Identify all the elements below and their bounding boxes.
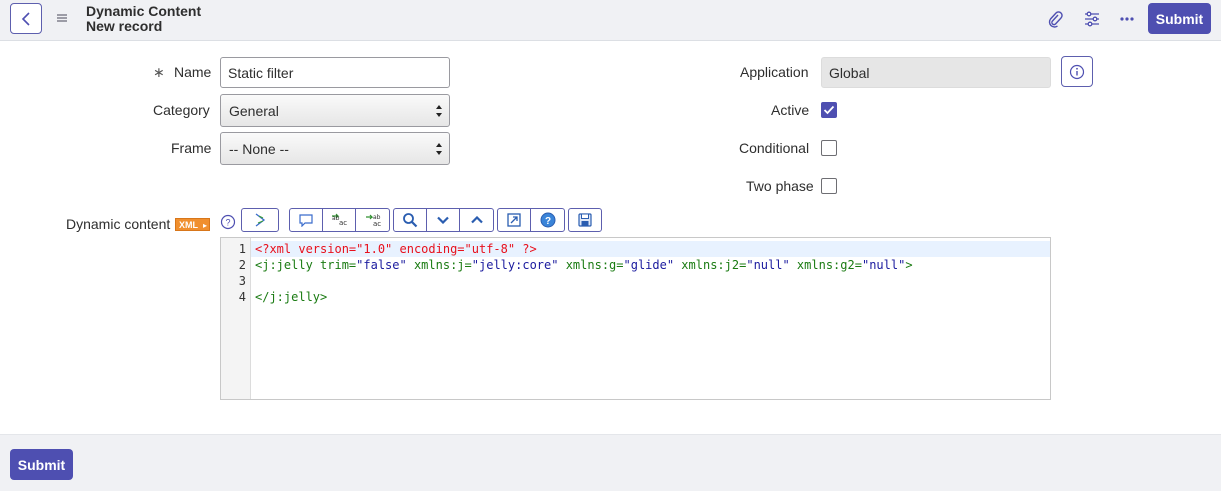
toggle-syntax-icon bbox=[255, 213, 266, 227]
hamburger-menu-icon[interactable] bbox=[55, 11, 69, 25]
line-number-gutter: 1 2 3 4 bbox=[221, 238, 251, 399]
field-help-icon[interactable]: ? bbox=[220, 214, 236, 230]
replace-icon: acab bbox=[332, 213, 347, 227]
code-editor[interactable]: 1 2 3 4 <?xml version="1.0" encoding="ut… bbox=[220, 237, 1051, 400]
form-header: Dynamic Content New record Submit bbox=[0, 0, 1221, 41]
more-options-button[interactable] bbox=[1117, 9, 1137, 29]
category-label: Category bbox=[153, 102, 210, 118]
checkmark-icon bbox=[823, 105, 835, 115]
replace-all-button[interactable]: ab ac bbox=[356, 209, 389, 231]
frame-label: Frame bbox=[171, 140, 212, 156]
form-footer: Submit bbox=[0, 434, 1221, 491]
personalize-form-button[interactable] bbox=[1082, 9, 1102, 29]
toolbar-group-view: ? bbox=[497, 208, 565, 232]
code-line: <?xml version="1.0" encoding="utf-8" ?> bbox=[255, 242, 537, 256]
attachment-icon bbox=[1048, 11, 1063, 28]
personalize-form-icon bbox=[1085, 11, 1099, 27]
toolbar-group-syntax bbox=[241, 208, 279, 232]
record-title: Dynamic Content New record bbox=[86, 4, 201, 34]
replace-all-icon: abac bbox=[365, 214, 381, 228]
application-field: Global bbox=[821, 57, 1051, 88]
footer-submit-button[interactable]: Submit bbox=[10, 449, 73, 480]
toolbar-group-search bbox=[393, 208, 494, 232]
attachment-button[interactable] bbox=[1045, 9, 1065, 29]
svg-text:ac: ac bbox=[339, 219, 347, 227]
comment-icon bbox=[299, 213, 313, 227]
application-label: Application bbox=[740, 64, 809, 80]
search-next-button[interactable] bbox=[427, 209, 460, 231]
chevron-up-icon bbox=[470, 216, 483, 224]
frame-value: -- None -- bbox=[229, 140, 289, 157]
search-icon bbox=[403, 213, 418, 228]
line-number: 4 bbox=[238, 290, 246, 304]
svg-text:?: ? bbox=[544, 216, 550, 227]
save-icon bbox=[578, 213, 592, 227]
application-value: Global bbox=[829, 64, 870, 81]
editor-help-button[interactable]: ? bbox=[531, 209, 564, 231]
xml-badge: XML ▸ bbox=[175, 218, 210, 231]
category-select[interactable]: General bbox=[220, 94, 450, 127]
select-arrows-icon bbox=[436, 143, 442, 155]
two-phase-checkbox[interactable] bbox=[821, 178, 837, 194]
two-phase-label: Two phase bbox=[746, 178, 814, 194]
info-icon bbox=[1069, 64, 1085, 79]
toggle-syntax-button[interactable] bbox=[242, 209, 278, 231]
search-button[interactable] bbox=[394, 209, 427, 231]
chevron-down-icon bbox=[437, 216, 449, 224]
category-value: General bbox=[229, 102, 279, 119]
line-number: 3 bbox=[238, 274, 246, 288]
record-state: New record bbox=[86, 18, 163, 34]
back-button[interactable] bbox=[10, 3, 42, 34]
frame-select[interactable]: -- None -- bbox=[220, 132, 450, 165]
dynamic-content-label: Dynamic content bbox=[66, 216, 171, 232]
code-line: </j:jelly> bbox=[255, 290, 328, 304]
select-arrows-icon bbox=[436, 105, 442, 117]
toolbar-group-edit: ac ab ab ac bbox=[289, 208, 390, 232]
conditional-checkbox[interactable] bbox=[821, 140, 837, 156]
back-icon bbox=[21, 11, 30, 26]
active-checkbox[interactable] bbox=[821, 102, 837, 118]
replace-button[interactable]: ac ab bbox=[323, 209, 356, 231]
help-icon: ? bbox=[540, 212, 555, 228]
active-label: Active bbox=[771, 102, 810, 118]
header-submit-button[interactable]: Submit bbox=[1148, 3, 1211, 34]
save-button[interactable] bbox=[569, 209, 601, 231]
line-number: 2 bbox=[238, 258, 246, 272]
svg-text:?: ? bbox=[225, 218, 230, 228]
name-input[interactable] bbox=[220, 57, 450, 88]
comment-button[interactable] bbox=[290, 209, 323, 231]
required-marker: ∗ bbox=[153, 64, 165, 80]
application-info-button[interactable] bbox=[1061, 56, 1093, 87]
conditional-label: Conditional bbox=[739, 140, 810, 156]
search-previous-button[interactable] bbox=[460, 209, 493, 231]
name-label: Name bbox=[174, 64, 212, 80]
table-name: Dynamic Content bbox=[86, 3, 202, 19]
svg-text:ac: ac bbox=[373, 220, 381, 228]
fullscreen-button[interactable] bbox=[498, 209, 531, 231]
xml-badge-text: XML bbox=[179, 220, 198, 230]
toolbar-group-save bbox=[568, 208, 602, 232]
svg-text:ab: ab bbox=[332, 215, 340, 222]
fullscreen-icon bbox=[507, 213, 521, 227]
line-number: 1 bbox=[238, 242, 246, 256]
code-line: <j:jelly trim="false" xmlns:j="jelly:cor… bbox=[255, 258, 913, 272]
more-options-icon bbox=[1120, 17, 1134, 21]
